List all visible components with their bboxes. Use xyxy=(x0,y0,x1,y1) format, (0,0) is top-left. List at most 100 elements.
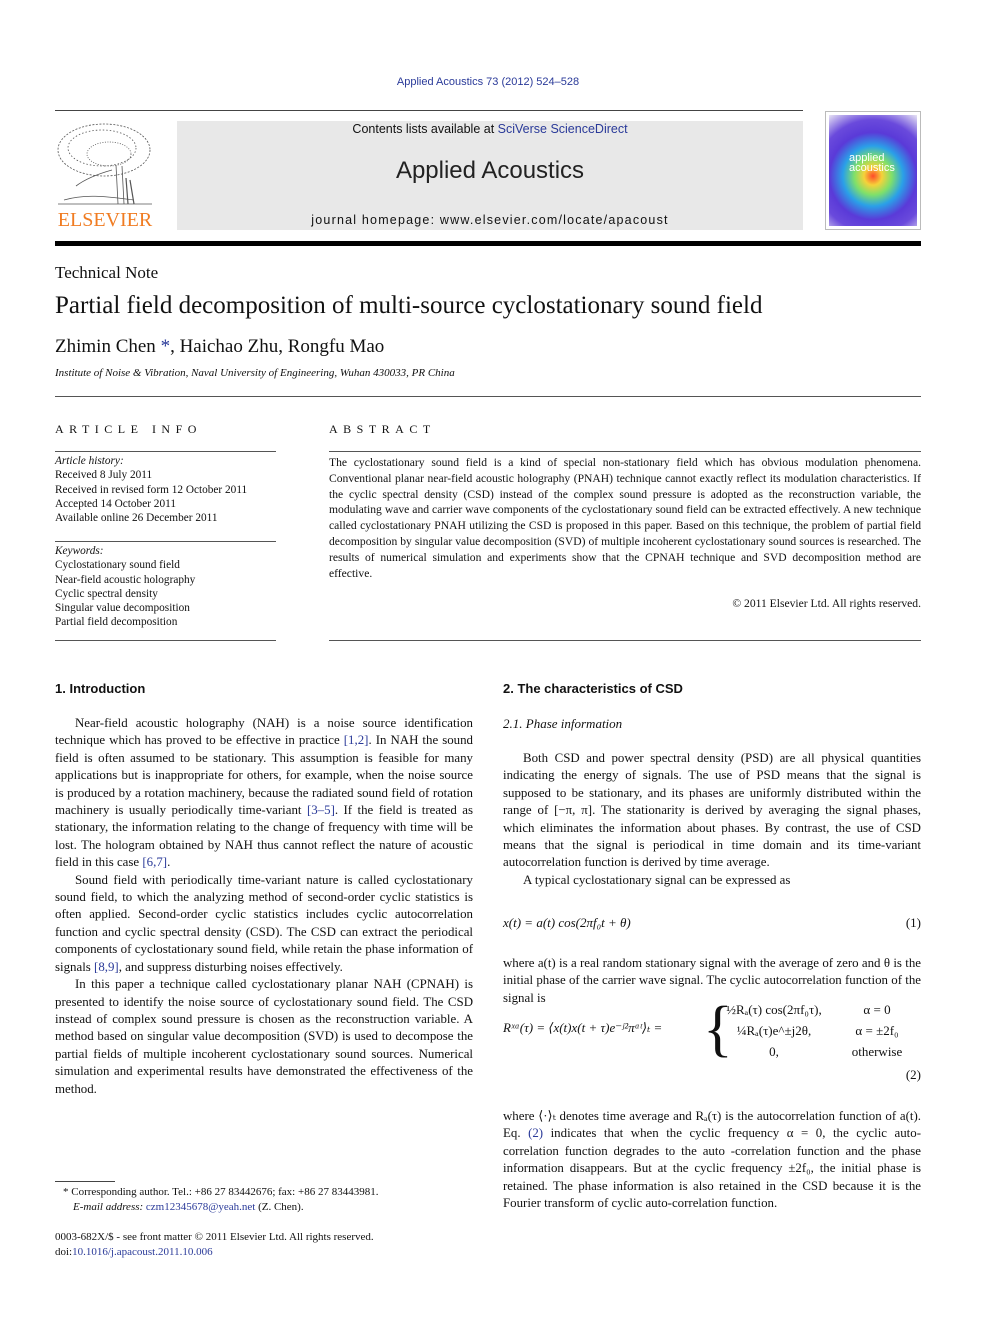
history-item: Accepted 14 October 2011 xyxy=(55,497,176,510)
article-info-heading: ARTICLE INFO xyxy=(55,422,202,436)
author-list: Zhimin Chen *, Haichao Zhu, Rongfu Mao xyxy=(55,336,384,358)
footnotes: * Corresponding author. Tel.: +86 27 834… xyxy=(55,1185,473,1215)
author-name: Haichao Zhu xyxy=(179,336,279,357)
journal-title: Applied Acoustics xyxy=(395,157,585,184)
abstract-copyright: © 2011 Elsevier Ltd. All rights reserved… xyxy=(732,597,921,610)
paragraph: A typical cyclostationary signal can be … xyxy=(523,872,791,887)
equation-2: Rˣᵅ(τ) = ⟨x(t)x(t + τ)e⁻ʲ²πᵅᵗ⟩ₜ = { ½Rₐ(… xyxy=(503,998,921,1090)
equation-reference-link[interactable]: (2) xyxy=(528,1126,543,1140)
subsection-heading-phase: 2.1. Phase information xyxy=(503,716,623,731)
divider xyxy=(55,640,276,641)
homepage-prefix: journal homepage: xyxy=(311,213,440,227)
elsevier-logo: ELSEVIER xyxy=(54,120,156,232)
author-name: Rongfu Mao xyxy=(287,336,385,357)
email-link[interactable]: czm12345678@yeah.net xyxy=(146,1201,255,1213)
history-label: Article history: xyxy=(55,455,124,467)
equation-1: x(t) = a(t) cos(2πf₀t + θ) (1) xyxy=(503,915,921,931)
case-expression: ½Rₐ(τ) cos(2πf₀τ), xyxy=(726,1002,822,1017)
equation-lhs: Rˣᵅ(τ) = ⟨x(t)x(t + τ)e⁻ʲ²πᵅᵗ⟩ₜ = xyxy=(503,1020,663,1035)
abstract-heading: ABSTRACT xyxy=(329,422,436,436)
corresponding-author-marker[interactable]: * xyxy=(161,336,171,357)
journal-homepage-line: journal homepage: www.elsevier.com/locat… xyxy=(177,213,803,227)
section-heading-introduction: 1. Introduction xyxy=(55,681,146,696)
contents-prefix: Contents lists available at xyxy=(352,122,498,136)
divider xyxy=(55,451,276,452)
equation-case: ¼Rₐ(τ)e^±j2θ, α = ±2f₀ xyxy=(715,1023,921,1044)
author-affiliation: Institute of Noise & Vibration, Naval Un… xyxy=(55,367,455,379)
section2-body: where ⟨·⟩ₜ denotes time average and Rₐ(τ… xyxy=(503,1095,921,1225)
equation-cases: ½Rₐ(τ) cos(2πf₀τ), α = 0 ¼Rₐ(τ)e^±j2θ, α =… xyxy=(715,1002,921,1065)
introduction-body: Near-field acoustic holography (NAH) is … xyxy=(55,715,473,1098)
article-history: Article history: Received 8 July 2011 Re… xyxy=(55,454,276,525)
keyword-item: Cyclostationary sound field xyxy=(55,559,180,572)
header-divider xyxy=(55,110,803,111)
masthead-thick-divider xyxy=(55,241,921,246)
cover-title: applied acoustics xyxy=(849,153,895,174)
doi-link[interactable]: 10.1016/j.apacoust.2011.10.006 xyxy=(72,1246,212,1258)
cover-title-line2: acoustics xyxy=(849,162,895,174)
corresponding-author-footnote: * Corresponding author. Tel.: +86 27 834… xyxy=(63,1186,379,1198)
article-type: Technical Note xyxy=(55,263,159,282)
text-run: . xyxy=(167,855,171,870)
case-condition: α = 0 xyxy=(863,1002,891,1017)
section-heading-csd: 2. The characteristics of CSD xyxy=(503,681,683,696)
citation-link[interactable]: [8,9] xyxy=(94,960,119,974)
doi-line: doi:10.1016/j.apacoust.2011.10.006 xyxy=(55,1245,473,1260)
case-expression: 0, xyxy=(769,1044,779,1059)
citation-link[interactable]: [6,7] xyxy=(142,855,167,869)
text-run: indicates that when the cyclic frequency… xyxy=(503,1126,922,1210)
journal-cover-image: applied acoustics xyxy=(825,111,921,230)
abstract-text: The cyclostationary sound field is a kin… xyxy=(329,456,921,580)
text-run: Sound field with periodically time-varia… xyxy=(55,872,473,974)
keyword-item: Partial field decomposition xyxy=(55,616,178,629)
email-label: E-mail address: xyxy=(73,1201,146,1213)
homepage-url[interactable]: www.elsevier.com/locate/apacoust xyxy=(440,213,669,227)
author-name: Zhimin Chen xyxy=(55,336,156,357)
section2-body: Both CSD and power spectral density (PSD… xyxy=(503,750,921,889)
paragraph: Both CSD and power spectral density (PSD… xyxy=(503,751,921,870)
text-run: , and suppress disturbing noises effecti… xyxy=(118,959,343,974)
history-item: Received 8 July 2011 xyxy=(55,469,153,482)
keywords-label: Keywords: xyxy=(55,545,104,557)
case-condition: otherwise xyxy=(851,1044,903,1059)
contents-line: Contents lists available at SciVerse Sci… xyxy=(177,121,803,136)
citation-link[interactable]: [1,2] xyxy=(344,733,369,747)
history-item: Available online 26 December 2011 xyxy=(55,512,218,525)
journal-masthead: Contents lists available at SciVerse Sci… xyxy=(177,121,803,230)
sciencedirect-link[interactable]: SciVerse ScienceDirect xyxy=(498,122,628,136)
cover-artwork: applied acoustics xyxy=(829,115,917,226)
paragraph: Sound field with periodically time-varia… xyxy=(55,872,473,976)
case-expression: ¼Rₐ(τ)e^±j2θ, xyxy=(736,1023,812,1038)
issn-line: 0003-682X/$ - see front matter © 2011 El… xyxy=(55,1231,374,1243)
divider xyxy=(329,451,921,452)
author-separator: , xyxy=(278,336,288,357)
doi-prefix: doi: xyxy=(55,1246,73,1258)
history-item: Received in revised form 12 October 2011 xyxy=(55,483,248,496)
divider xyxy=(55,541,276,542)
author-separator: , xyxy=(170,336,180,357)
elsevier-wordmark: ELSEVIER xyxy=(57,209,153,231)
elsevier-tree-icon xyxy=(57,123,152,205)
keyword-item: Cyclic spectral density xyxy=(55,587,158,600)
paragraph: Near-field acoustic holography (NAH) is … xyxy=(55,715,473,872)
email-suffix: (Z. Chen). xyxy=(255,1201,304,1213)
journal-reference-link[interactable]: Applied Acoustics 73 (2012) 524–528 xyxy=(0,76,976,88)
equation-case: ½Rₐ(τ) cos(2πf₀τ), α = 0 xyxy=(715,1002,921,1023)
equation-case: 0, otherwise xyxy=(715,1044,921,1065)
article-title: Partial field decomposition of multi-sou… xyxy=(55,292,763,319)
footnote-divider xyxy=(55,1181,115,1182)
front-matter: 0003-682X/$ - see front matter © 2011 El… xyxy=(55,1230,473,1260)
paragraph: where ⟨·⟩ₜ denotes time average and Rₐ(τ… xyxy=(503,1108,921,1212)
email-footnote: E-mail address: czm12345678@yeah.net (Z.… xyxy=(55,1200,473,1215)
keywords: Keywords: Cyclostationary sound field Ne… xyxy=(55,544,276,630)
divider xyxy=(329,640,921,641)
keyword-item: Near-field acoustic holography xyxy=(55,573,196,586)
paragraph: In this paper a technique called cyclost… xyxy=(55,977,473,1096)
case-condition: α = ±2f₀ xyxy=(855,1023,899,1038)
equation-body: x(t) = a(t) cos(2πf₀t + θ) xyxy=(503,915,631,930)
equation-number: (2) xyxy=(905,1067,921,1082)
title-divider xyxy=(55,396,921,397)
equation-number: (1) xyxy=(905,915,921,930)
keyword-item: Singular value decomposition xyxy=(55,602,190,615)
citation-link[interactable]: [3–5] xyxy=(307,803,335,817)
